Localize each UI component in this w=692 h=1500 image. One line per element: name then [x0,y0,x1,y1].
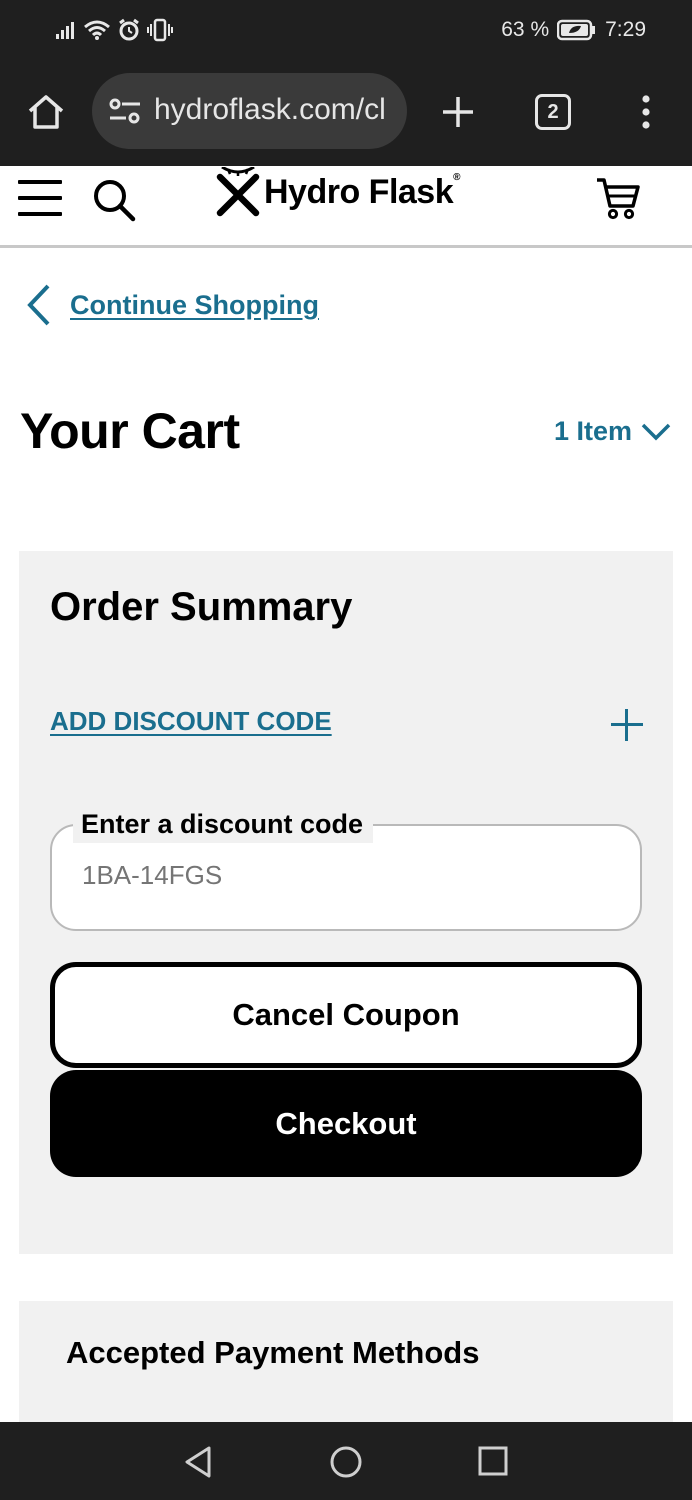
item-count-toggle[interactable]: 1 Item [554,416,672,447]
signal-icon [56,22,74,39]
battery-percent: 63 % [501,18,550,41]
cancel-coupon-button[interactable]: Cancel Coupon [50,962,642,1068]
clock: 7:29 [605,18,646,41]
chevron-left-icon [27,284,50,326]
browser-menu-button[interactable] [626,90,666,134]
site-header: Hydro Flask® [0,166,692,248]
tab-switcher-button[interactable]: 2 [535,94,571,130]
site-settings-icon[interactable] [108,97,142,125]
alarm-icon [119,18,139,41]
continue-shopping-link[interactable]: Continue Shopping [24,282,319,328]
status-icons [55,16,173,44]
chevron-down-icon [641,423,671,440]
new-tab-button[interactable] [434,88,482,136]
wifi-icon [84,20,110,40]
status-bar: 63 % 7:29 [0,0,692,60]
nav-home-icon[interactable] [328,1444,364,1480]
battery-saver-icon [557,19,596,41]
order-summary-card: Order Summary ADD DISCOUNT CODE Enter a … [19,551,673,1254]
logo-figure-icon [216,167,260,217]
page-title: Your Cart [20,403,240,459]
logo-text: Hydro Flask® [264,172,460,211]
hydro-flask-logo[interactable]: Hydro Flask® [216,166,460,218]
browser-toolbar: hydroflask.com/cl 2 [0,60,692,166]
cart-icon[interactable] [595,176,641,222]
status-right: 63 % 7:29 [501,16,646,44]
recent-apps-icon[interactable] [476,1444,510,1478]
back-icon[interactable] [181,1444,215,1480]
discount-code-label: Enter a discount code [73,805,374,843]
plus-icon[interactable] [607,705,647,745]
continue-shopping-label[interactable]: Continue Shopping [70,290,319,321]
browser-home-button[interactable] [22,88,70,136]
system-nav-bar [0,1422,692,1500]
payment-methods-title: Accepted Payment Methods [66,1335,480,1370]
home-icon [28,95,64,129]
item-count[interactable]: 1 Item [554,416,632,447]
hamburger-menu-icon[interactable] [18,180,64,218]
search-icon[interactable] [90,176,138,224]
order-summary-title: Order Summary [50,585,353,629]
payment-methods-card: Accepted Payment Methods [19,1301,673,1422]
url-text[interactable]: hydroflask.com/cl [154,93,394,127]
add-discount-code-link[interactable]: ADD DISCOUNT CODE [50,706,332,737]
address-bar[interactable]: hydroflask.com/cl [92,73,407,149]
vibrate-icon [147,18,173,42]
discount-code-input[interactable] [82,860,612,891]
checkout-button[interactable]: Checkout [50,1070,642,1177]
new-tab-plus-icon [443,97,473,127]
more-menu-icon [642,95,650,129]
